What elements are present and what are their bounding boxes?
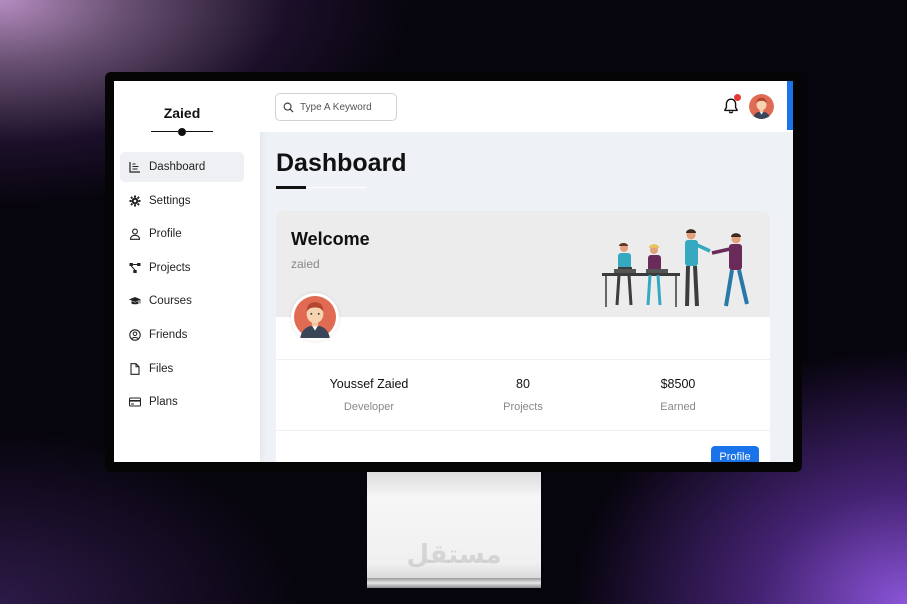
sidebar-nav: Dashboard Settings Profile Projects Cour… <box>120 152 244 421</box>
chart-line-icon <box>129 161 141 173</box>
stat-name: Youssef Zaied Developer <box>294 377 444 413</box>
title-underline <box>276 186 306 189</box>
app-screen: Zaied Dashboard Settings Profile Project… <box>114 81 793 462</box>
sidebar-item-label: Files <box>149 362 174 375</box>
avatar[interactable] <box>749 94 774 119</box>
brand-title: Zaied <box>163 105 201 121</box>
sidebar-item-label: Courses <box>149 295 192 308</box>
sidebar-item-label: Dashboard <box>149 161 206 173</box>
brand-decoration <box>151 128 213 136</box>
divider <box>276 430 770 431</box>
welcome-heading: Welcome <box>291 229 370 249</box>
profile-avatar <box>291 293 339 341</box>
stat-value: Youssef Zaied <box>329 377 409 391</box>
stat-label: Earned <box>660 401 696 413</box>
search-icon <box>283 102 294 113</box>
sidebar-item-friends[interactable]: Friends <box>120 320 244 350</box>
sidebar-item-label: Projects <box>149 261 191 274</box>
sidebar-item-plans[interactable]: Plans <box>120 387 244 417</box>
sidebar-item-dashboard[interactable]: Dashboard <box>120 152 244 182</box>
divider <box>276 359 770 360</box>
stat-projects: 80 Projects <box>448 377 598 413</box>
page-title: Dashboard <box>276 149 407 177</box>
sidebar: Zaied Dashboard Settings Profile Project… <box>114 81 260 462</box>
gear-icon <box>129 195 141 207</box>
search-box[interactable] <box>275 93 397 121</box>
sidebar-item-profile[interactable]: Profile <box>120 219 244 249</box>
sidebar-item-label: Settings <box>149 194 191 207</box>
sidebar-item-label: Friends <box>149 328 188 341</box>
user-icon <box>129 228 141 241</box>
welcome-banner: Welcome zaied <box>276 211 770 341</box>
user-circle-icon <box>129 329 141 341</box>
stat-value: 80 <box>516 377 530 391</box>
monitor-frame: Zaied Dashboard Settings Profile Project… <box>105 72 802 472</box>
welcome-card: Welcome zaied Youssef Zaied Developer 80… <box>276 211 770 462</box>
diagram-project-icon <box>129 262 141 274</box>
watermark: مستقل <box>406 540 502 570</box>
file-icon <box>129 362 141 375</box>
sidebar-item-projects[interactable]: Projects <box>120 253 244 283</box>
scrollbar[interactable] <box>787 81 793 130</box>
sidebar-item-settings[interactable]: Settings <box>120 186 244 216</box>
credit-card-icon <box>129 396 141 408</box>
notification-badge <box>734 94 741 101</box>
top-header <box>260 81 793 132</box>
profile-button[interactable]: Profile <box>711 446 759 462</box>
sidebar-item-label: Profile <box>149 228 182 241</box>
welcome-username: zaied <box>291 257 320 271</box>
search-input[interactable] <box>300 101 388 113</box>
team-illustration <box>602 229 749 307</box>
stat-earned: $8500 Earned <box>603 377 753 413</box>
sidebar-item-files[interactable]: Files <box>120 354 244 384</box>
sidebar-item-label: Plans <box>149 396 178 409</box>
title-underline-light <box>306 187 366 188</box>
sidebar-item-courses[interactable]: Courses <box>120 286 244 316</box>
stat-value: $8500 <box>660 377 696 391</box>
monitor-stand-base <box>367 578 541 588</box>
graduation-cap-icon <box>129 295 141 307</box>
stat-label: Developer <box>343 401 395 413</box>
stat-label: Projects <box>503 401 543 413</box>
